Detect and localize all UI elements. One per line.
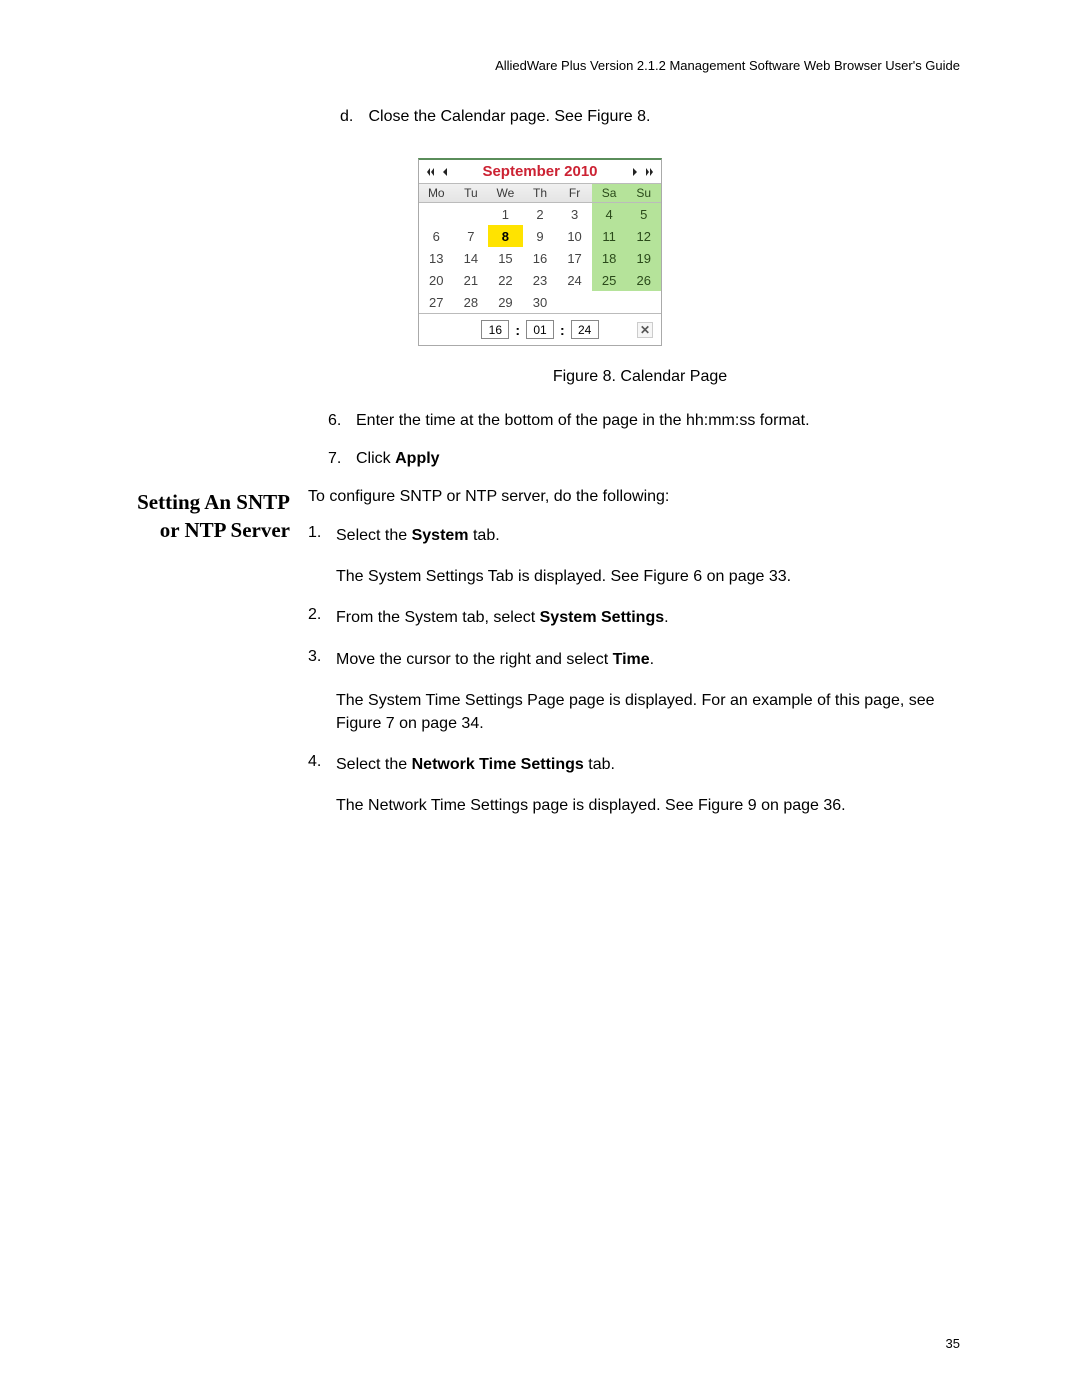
- section-intro: To configure SNTP or NTP server, do the …: [308, 488, 960, 506]
- calendar-date-cell[interactable]: 10: [557, 225, 592, 247]
- step-number: 2.: [308, 606, 336, 629]
- step-subtext: The System Time Settings Page page is di…: [336, 689, 960, 735]
- calendar-dow-cell: Th: [523, 184, 558, 202]
- calendar-dow-cell: Mo: [419, 184, 454, 202]
- colon-icon: :: [515, 322, 520, 338]
- step-d-text: Close the Calendar page. See Figure 8.: [368, 108, 650, 125]
- calendar-date-cell[interactable]: 8: [488, 225, 523, 247]
- calendar-date-cell[interactable]: 26: [626, 269, 661, 291]
- calendar-date-cell[interactable]: 14: [454, 247, 489, 269]
- next-month-icon[interactable]: [629, 165, 641, 179]
- calendar-date-cell: [626, 291, 661, 313]
- calendar-title: September 2010: [451, 163, 629, 180]
- sntp-step-1: 1. Select the System tab.: [308, 524, 960, 547]
- sntp-step-2: 2. From the System tab, select System Se…: [308, 606, 960, 629]
- step-d: d. Close the Calendar page. See Figure 8…: [340, 108, 960, 126]
- sntp-step-4: 4. Select the Network Time Settings tab.: [308, 753, 960, 776]
- calendar-date-cell[interactable]: 24: [557, 269, 592, 291]
- calendar-date-cell[interactable]: 19: [626, 247, 661, 269]
- section-heading: Setting An SNTP or NTP Server: [120, 488, 308, 836]
- calendar-time-row: : : ✕: [419, 313, 661, 345]
- figure-caption: Figure 8. Calendar Page: [320, 368, 960, 386]
- time-minutes-input[interactable]: [526, 320, 554, 339]
- step-number: 7.: [328, 450, 356, 468]
- step-number: 6.: [328, 412, 356, 430]
- calendar-date-cell[interactable]: 3: [557, 203, 592, 225]
- prev-year-icon[interactable]: [425, 165, 437, 179]
- calendar-date-cell[interactable]: 29: [488, 291, 523, 313]
- time-hours-input[interactable]: [481, 320, 509, 339]
- step-text: Enter the time at the bottom of the page…: [356, 412, 810, 430]
- calendar-date-cell: [419, 203, 454, 225]
- calendar-dow-cell: Fr: [557, 184, 592, 202]
- calendar-dow-cell: Su: [626, 184, 661, 202]
- calendar-date-cell[interactable]: 30: [523, 291, 558, 313]
- calendar-date-cell: [454, 203, 489, 225]
- calendar-date-cell[interactable]: 15: [488, 247, 523, 269]
- calendar-date-cell[interactable]: 21: [454, 269, 489, 291]
- step-text: Select the Network Time Settings tab.: [336, 753, 615, 776]
- close-icon[interactable]: ✕: [637, 322, 653, 338]
- next-year-icon[interactable]: [643, 165, 655, 179]
- prev-month-icon[interactable]: [439, 165, 451, 179]
- calendar-date-cell[interactable]: 6: [419, 225, 454, 247]
- calendar-date-cell[interactable]: 25: [592, 269, 627, 291]
- step-7: 7. Click Apply: [328, 450, 960, 468]
- step-text: Select the System tab.: [336, 524, 500, 547]
- step-text: Click Apply: [356, 450, 440, 468]
- calendar-date-cell[interactable]: 20: [419, 269, 454, 291]
- step-number: 1.: [308, 524, 336, 547]
- calendar-date-cell: [592, 291, 627, 313]
- step-subtext: The Network Time Settings page is displa…: [336, 794, 960, 817]
- calendar-date-cell[interactable]: 12: [626, 225, 661, 247]
- calendar-date-cell[interactable]: 5: [626, 203, 661, 225]
- calendar-date-cell[interactable]: 18: [592, 247, 627, 269]
- calendar-date-cell[interactable]: 17: [557, 247, 592, 269]
- step-6: 6. Enter the time at the bottom of the p…: [328, 412, 960, 430]
- calendar-date-cell[interactable]: 11: [592, 225, 627, 247]
- colon-icon: :: [560, 322, 565, 338]
- calendar-date-cell: [557, 291, 592, 313]
- calendar-date-cell[interactable]: 22: [488, 269, 523, 291]
- step-number: 3.: [308, 648, 336, 671]
- calendar-dates: 1234567891011121314151617181920212223242…: [419, 203, 661, 313]
- calendar-date-cell[interactable]: 13: [419, 247, 454, 269]
- calendar-widget: September 2010 MoTuWeThFrSaSu 1234567891…: [418, 158, 662, 346]
- calendar-dow-cell: Sa: [592, 184, 627, 202]
- step-d-letter: d.: [340, 108, 364, 126]
- step-number: 4.: [308, 753, 336, 776]
- header-text: AlliedWare Plus Version 2.1.2 Management…: [495, 58, 960, 73]
- calendar-date-cell[interactable]: 4: [592, 203, 627, 225]
- calendar-date-cell[interactable]: 23: [523, 269, 558, 291]
- calendar-date-cell[interactable]: 2: [523, 203, 558, 225]
- calendar-dow-cell: We: [488, 184, 523, 202]
- calendar-date-cell[interactable]: 7: [454, 225, 489, 247]
- time-seconds-input[interactable]: [571, 320, 599, 339]
- calendar-date-cell[interactable]: 28: [454, 291, 489, 313]
- calendar-date-cell[interactable]: 27: [419, 291, 454, 313]
- calendar-day-headers: MoTuWeThFrSaSu: [419, 184, 661, 203]
- calendar-date-cell[interactable]: 1: [488, 203, 523, 225]
- page-number: 35: [946, 1336, 960, 1351]
- calendar-dow-cell: Tu: [454, 184, 489, 202]
- calendar-date-cell[interactable]: 9: [523, 225, 558, 247]
- step-subtext: The System Settings Tab is displayed. Se…: [336, 565, 960, 588]
- step-text: Move the cursor to the right and select …: [336, 648, 654, 671]
- step-text: From the System tab, select System Setti…: [336, 606, 669, 629]
- calendar-date-cell[interactable]: 16: [523, 247, 558, 269]
- sntp-step-3: 3. Move the cursor to the right and sele…: [308, 648, 960, 671]
